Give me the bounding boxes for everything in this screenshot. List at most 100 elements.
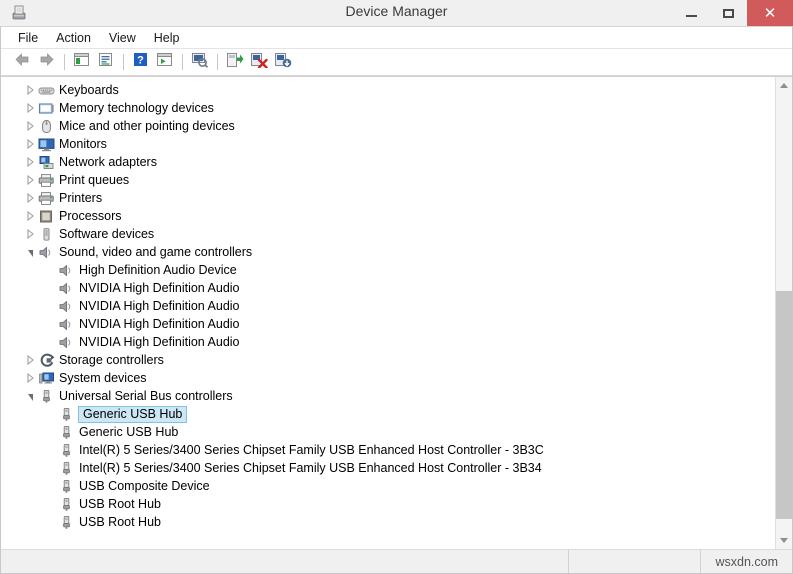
tree-row[interactable]: High Definition Audio Device [1, 261, 775, 279]
tree-row-label: NVIDIA High Definition Audio [79, 317, 240, 331]
tree-row-label: Intel(R) 5 Series/3400 Series Chipset Fa… [79, 461, 542, 475]
disable-device-icon [274, 52, 292, 73]
back-button[interactable] [11, 51, 34, 73]
tree-row[interactable]: Software devices [1, 225, 775, 243]
toolbar-separator-4 [217, 54, 218, 70]
storage-controller-icon [37, 352, 55, 368]
tree-row[interactable]: Print queues [1, 171, 775, 189]
tree-row-label: Software devices [59, 227, 155, 241]
tree-row[interactable]: Intel(R) 5 Series/3400 Series Chipset Fa… [1, 441, 775, 459]
maximize-button[interactable] [710, 0, 747, 26]
tree-row[interactable]: Memory technology devices [1, 99, 775, 117]
back-arrow-icon [14, 52, 31, 72]
expanded-triangle-icon[interactable] [23, 247, 37, 257]
tree-row[interactable]: Keyboards [1, 81, 775, 99]
help-button[interactable]: ? [129, 51, 152, 73]
collapsed-triangle-icon[interactable] [23, 211, 37, 221]
status-cell-left [1, 550, 569, 573]
svg-text:?: ? [137, 55, 144, 67]
scan-hardware-icon [191, 52, 209, 73]
uninstall-device-icon [250, 52, 268, 73]
collapsed-triangle-icon[interactable] [23, 229, 37, 239]
tree-row[interactable]: Processors [1, 207, 775, 225]
show-hide-console-tree-button[interactable] [70, 51, 93, 73]
usb-icon [37, 388, 55, 404]
tree-row-label: Storage controllers [59, 353, 164, 367]
collapsed-triangle-icon[interactable] [23, 139, 37, 149]
tree-row-label: Sound, video and game controllers [59, 245, 253, 259]
scroll-up-arrow-icon [780, 83, 788, 88]
tree-row[interactable]: NVIDIA High Definition Audio [1, 279, 775, 297]
tree-row[interactable]: NVIDIA High Definition Audio [1, 297, 775, 315]
tree-row[interactable]: System devices [1, 369, 775, 387]
tree-row-label: NVIDIA High Definition Audio [79, 281, 240, 295]
speaker-icon [57, 298, 75, 314]
tree-row[interactable]: Generic USB Hub [1, 405, 775, 423]
tree-row-label: Generic USB Hub [79, 425, 179, 439]
scroll-down-button[interactable] [776, 532, 792, 549]
collapsed-triangle-icon[interactable] [23, 193, 37, 203]
vertical-scrollbar[interactable] [775, 77, 792, 549]
tree-row-label: Keyboards [59, 83, 119, 97]
menu-view[interactable]: View [100, 28, 145, 48]
tree-row-label: Monitors [59, 137, 107, 151]
tree-row-label: Mice and other pointing devices [59, 119, 235, 133]
tree-row[interactable]: NVIDIA High Definition Audio [1, 315, 775, 333]
tree-row[interactable]: Monitors [1, 135, 775, 153]
tree-row[interactable]: Storage controllers [1, 351, 775, 369]
tree-row[interactable]: Intel(R) 5 Series/3400 Series Chipset Fa… [1, 459, 775, 477]
menu-help[interactable]: Help [145, 28, 189, 48]
collapsed-triangle-icon[interactable] [23, 85, 37, 95]
menu-file[interactable]: File [9, 28, 47, 48]
scan-for-hardware-changes-button[interactable] [188, 51, 211, 73]
status-cell-middle [569, 550, 701, 573]
forward-button[interactable] [35, 51, 58, 73]
usb-icon [57, 406, 75, 422]
disable-device-button[interactable] [271, 51, 294, 73]
tree-row-label: Network adapters [59, 155, 157, 169]
tree-row[interactable]: USB Root Hub [1, 513, 775, 531]
tree-row-label: High Definition Audio Device [79, 263, 237, 277]
tree-row[interactable]: Network adapters [1, 153, 775, 171]
collapsed-triangle-icon[interactable] [23, 103, 37, 113]
system-device-icon [37, 370, 55, 386]
device-tree[interactable]: Keyboards Memory technology devices Mice a… [1, 77, 775, 549]
keyboard-icon [37, 82, 55, 98]
tree-row-label: Universal Serial Bus controllers [59, 389, 233, 403]
menu-action[interactable]: Action [47, 28, 100, 48]
minimize-button[interactable] [673, 0, 710, 26]
toolbar: ? [1, 49, 792, 76]
close-button[interactable]: ✕ [747, 0, 793, 26]
tree-row[interactable]: Sound, video and game controllers [1, 243, 775, 261]
tree-row[interactable]: Mice and other pointing devices [1, 117, 775, 135]
minimize-icon [686, 15, 697, 17]
collapsed-triangle-icon[interactable] [23, 355, 37, 365]
collapsed-triangle-icon[interactable] [23, 373, 37, 383]
uninstall-device-button[interactable] [247, 51, 270, 73]
collapsed-triangle-icon[interactable] [23, 157, 37, 167]
properties-button[interactable] [94, 51, 117, 73]
collapsed-triangle-icon[interactable] [23, 175, 37, 185]
collapsed-triangle-icon[interactable] [23, 121, 37, 131]
device-tree-panel: Keyboards Memory technology devices Mice a… [1, 76, 792, 549]
tree-row[interactable]: Generic USB Hub [1, 423, 775, 441]
tree-row[interactable]: USB Composite Device [1, 477, 775, 495]
menu-bar: File Action View Help [1, 26, 792, 49]
tree-row[interactable]: Printers [1, 189, 775, 207]
tree-row[interactable]: NVIDIA High Definition Audio [1, 333, 775, 351]
expanded-triangle-icon[interactable] [23, 391, 37, 401]
tree-row-label: Print queues [59, 173, 130, 187]
status-bar: wsxdn.com [1, 549, 792, 573]
update-driver-button[interactable] [223, 51, 246, 73]
tree-row-label: NVIDIA High Definition Audio [79, 335, 240, 349]
tree-row-label: Generic USB Hub [78, 405, 188, 423]
usb-icon [57, 478, 75, 494]
show-hide-action-pane-button[interactable] [153, 51, 176, 73]
tree-row[interactable]: Universal Serial Bus controllers [1, 387, 775, 405]
scrollbar-thumb[interactable] [776, 291, 792, 519]
toolbar-separator-2 [123, 54, 124, 70]
update-driver-icon [226, 52, 244, 73]
scroll-up-button[interactable] [776, 77, 792, 94]
tree-row-label: USB Composite Device [79, 479, 210, 493]
tree-row[interactable]: USB Root Hub [1, 495, 775, 513]
